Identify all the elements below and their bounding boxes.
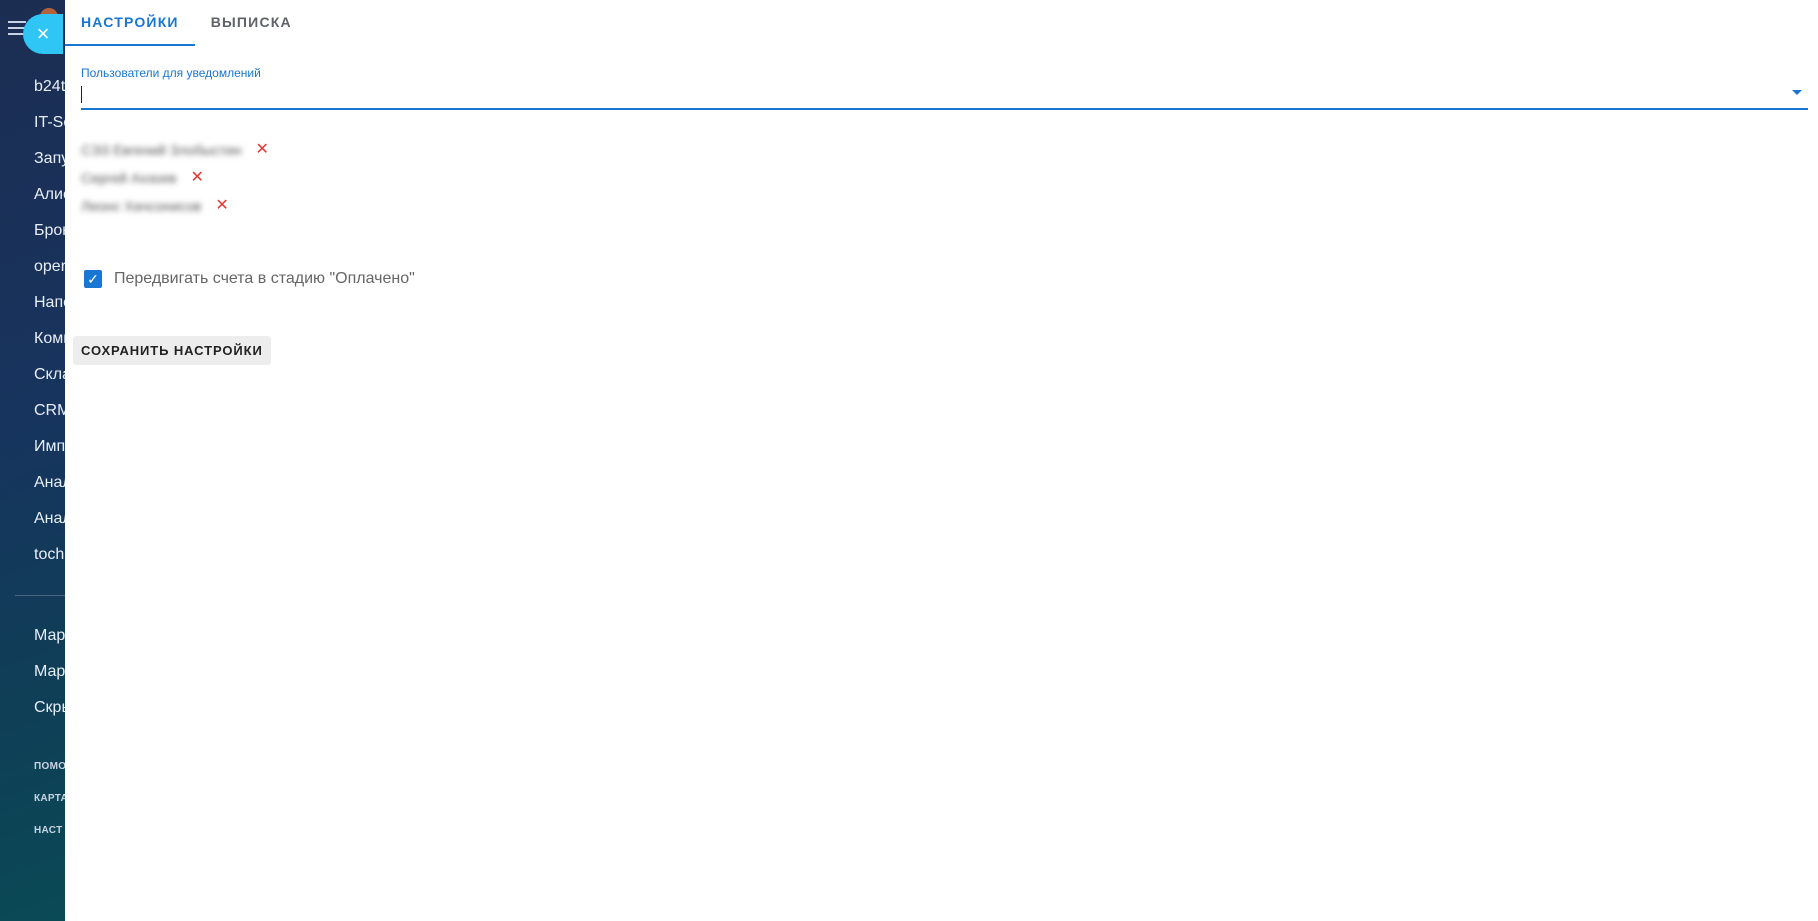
move-invoices-label[interactable]: Передвигать счета в стадию "Оплачено" <box>114 270 415 288</box>
sidebar-item[interactable]: Анал <box>34 510 65 528</box>
remove-icon[interactable]: ✕ <box>190 170 203 186</box>
remove-icon[interactable]: ✕ <box>215 198 228 214</box>
sidebar-divider <box>15 595 65 596</box>
tab-bar: НАСТРОЙКИ ВЫПИСКА <box>65 0 308 46</box>
tab-settings[interactable]: НАСТРОЙКИ <box>65 0 195 46</box>
sidebar-item[interactable]: tochl <box>34 546 65 564</box>
tab-statement[interactable]: ВЫПИСКА <box>195 0 308 46</box>
sidebar-item[interactable]: Запу <box>34 150 65 168</box>
field-underline <box>81 108 1808 110</box>
list-item: Леонс Хачсонисов ✕ <box>81 192 269 220</box>
selected-users-list: СЭЗ Евгений Злобыстин ✕ Сергей Ахзоев ✕ … <box>81 136 269 220</box>
sidebar-item[interactable]: Комп <box>34 330 65 348</box>
close-button[interactable]: × <box>23 14 63 54</box>
sidebar-item[interactable]: Алис <box>34 186 65 204</box>
sidebar-item[interactable]: IT-So <box>34 114 65 132</box>
sidebar-item[interactable]: b24t <box>34 78 65 96</box>
move-invoices-option[interactable]: ✓ Передвигать счета в стадию "Оплачено" <box>84 270 415 288</box>
sidebar: b24t IT-So Запу Алис Брон oper Напс Комп… <box>0 0 65 921</box>
sidebar-small-item[interactable]: ПОМО <box>34 761 65 772</box>
notify-users-input[interactable] <box>81 86 1781 110</box>
dropdown-arrow-icon[interactable] <box>1792 90 1802 95</box>
user-name: СЭЗ Евгений Злобыстин <box>81 142 242 158</box>
checkmark-icon: ✓ <box>87 271 99 287</box>
sidebar-item[interactable]: Скла <box>34 366 65 384</box>
sidebar-item[interactable]: Имп <box>34 438 65 456</box>
user-name: Леонс Хачсонисов <box>81 198 202 214</box>
settings-panel: НАСТРОЙКИ ВЫПИСКА Пользователи для уведо… <box>65 0 1818 921</box>
sidebar-small-item[interactable]: НАСТ <box>34 825 62 836</box>
remove-icon[interactable]: ✕ <box>255 142 268 158</box>
text-cursor <box>81 86 82 103</box>
move-invoices-checkbox[interactable]: ✓ <box>84 270 102 288</box>
save-settings-button[interactable]: СОХРАНИТЬ НАСТРОЙКИ <box>73 336 271 365</box>
sidebar-item[interactable]: Анал <box>34 474 65 492</box>
notify-users-label: Пользователи для уведомлений <box>81 66 261 80</box>
sidebar-item[interactable]: oper <box>34 258 65 276</box>
close-icon: × <box>36 21 50 46</box>
sidebar-small-item[interactable]: КАРТА <box>34 793 65 804</box>
sidebar-item[interactable]: Мар <box>34 627 65 645</box>
sidebar-item[interactable]: Брон <box>34 222 65 240</box>
list-item: СЭЗ Евгений Злобыстин ✕ <box>81 136 269 164</box>
sidebar-item[interactable]: Скры <box>34 699 65 717</box>
sidebar-item[interactable]: CRM <box>34 402 65 420</box>
notify-users-field[interactable]: Пользователи для уведомлений <box>81 64 1808 110</box>
user-name: Сергей Ахзоев <box>81 170 177 186</box>
list-item: Сергей Ахзоев ✕ <box>81 164 269 192</box>
sidebar-item[interactable]: Мар <box>34 663 65 681</box>
sidebar-item[interactable]: Напс <box>34 294 65 312</box>
